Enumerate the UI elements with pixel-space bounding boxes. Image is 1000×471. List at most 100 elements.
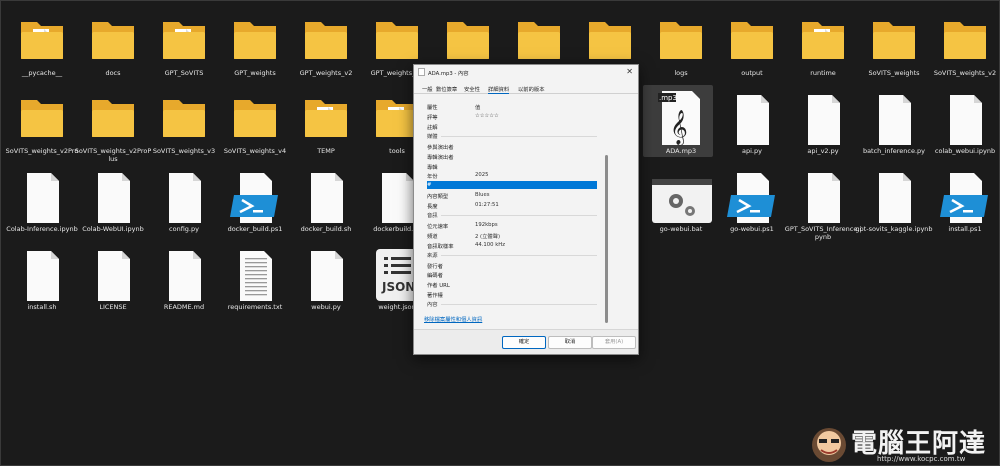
desktop-item-label: install.sh	[27, 303, 57, 311]
desktop: __pycache__ docs GPT_SoVITS GPT_weights GPT_…	[0, 0, 1000, 466]
property-row[interactable]: 專輯演出者	[427, 152, 597, 161]
apply-button[interactable]: 套用(A)	[592, 336, 636, 349]
section-title: 來源	[427, 252, 438, 259]
ok-button[interactable]: 確定	[502, 336, 546, 349]
tab-bar: 一般 數位簽章 安全性 詳細資料 以前的版本	[414, 83, 638, 94]
scrollbar[interactable]	[605, 155, 608, 323]
ps1-icon	[220, 165, 290, 225]
folder-icon	[646, 9, 716, 69]
property-row[interactable]: 作者 URL	[427, 280, 597, 289]
property-value: 01:27:51	[475, 202, 499, 209]
remove-properties-link[interactable]: 移除檔案屬性和個人資訊	[424, 315, 482, 323]
file-icon	[859, 165, 929, 225]
details-header: 屬性 值	[427, 102, 597, 111]
properties-dialog: ADA.mp3 - 內容 ✕ 一般 數位簽章 安全性 詳細資料 以前的版本 屬性…	[413, 64, 639, 355]
section-header: 內容	[427, 300, 597, 308]
property-name: #	[427, 182, 432, 189]
desktop-item-label: GPT_weights	[234, 69, 276, 77]
desktop-item-label: batch_inference.py	[862, 147, 926, 155]
tab-digital-signature[interactable]: 數位簽章	[436, 85, 457, 93]
desktop-item-label: output	[741, 69, 763, 77]
property-row[interactable]: 頻道 2 (立體聲)	[427, 231, 597, 240]
property-row[interactable]: 專輯	[427, 162, 597, 171]
property-value: 44.100 kHz	[475, 241, 506, 248]
desktop-item-label: Colab-WebUI.ipynb	[82, 225, 144, 233]
property-row[interactable]: 編碼者	[427, 270, 597, 279]
property-row[interactable]: 年份 2025	[427, 171, 597, 181]
file-icon	[291, 165, 361, 225]
property-name: 專輯演出者	[427, 154, 454, 161]
tab-details[interactable]: 詳細資料	[488, 85, 510, 94]
property-row[interactable]: 長度 01:27:51	[427, 201, 597, 211]
cancel-button[interactable]: 取消	[548, 336, 592, 349]
desktop-item-label: install.ps1	[948, 225, 982, 233]
folder-doc-icon	[291, 87, 361, 147]
file-icon	[717, 87, 787, 147]
close-icon[interactable]: ✕	[626, 67, 633, 76]
desktop-item-label: SoVITS_weights_v2ProPlus	[74, 147, 152, 163]
desktop-item-label: api_v2.py	[807, 147, 839, 155]
folder-icon	[717, 9, 787, 69]
dialog-title: ADA.mp3 - 內容	[428, 71, 469, 77]
svg-text:JSON: JSON	[381, 280, 415, 294]
dialog-footer: 確定 取消 套用(A)	[414, 329, 638, 354]
section-divider	[441, 135, 597, 137]
watermark-url: http://www.kocpc.com.tw	[877, 455, 966, 463]
folder-icon	[504, 9, 574, 69]
property-row[interactable]: #	[427, 181, 597, 190]
property-row[interactable]: 音訊取樣率 44.100 kHz	[427, 241, 597, 250]
folder-icon	[575, 9, 645, 69]
desktop-item-label: docker_build.ps1	[227, 225, 283, 233]
property-name: 長度	[427, 204, 438, 211]
desktop-item-label: logs	[674, 69, 688, 77]
folder-icon	[291, 9, 361, 69]
tab-previous-versions[interactable]: 以前的版本	[518, 85, 545, 93]
txt-icon	[220, 243, 290, 303]
desktop-item-label: SoVITS_weights_v2	[933, 69, 997, 77]
tab-general[interactable]: 一般	[422, 85, 433, 93]
section-title: 內容	[427, 302, 438, 309]
desktop-item-label: SoVITS_weights_v4	[223, 147, 287, 155]
folder-icon	[78, 87, 148, 147]
folder-icon	[78, 9, 148, 69]
property-row[interactable]: 參與演出者	[427, 142, 597, 151]
property-name: 評等	[427, 115, 438, 121]
desktop-item-label: SoVITS_weights_v2Pro	[5, 147, 79, 155]
property-name: 參與演出者	[427, 144, 454, 151]
tab-security[interactable]: 安全性	[464, 85, 480, 93]
property-row[interactable]: 發行者	[427, 261, 597, 270]
desktop-item-label: go-webui.bat	[659, 225, 703, 233]
property-row[interactable]: 註解	[427, 122, 597, 131]
property-row[interactable]: 內容類型 Blues	[427, 191, 597, 201]
ps1-icon	[717, 165, 787, 225]
file-icon	[7, 243, 77, 303]
file-icon	[930, 87, 1000, 147]
column-value: 值	[475, 105, 481, 111]
dialog-title-bar[interactable]: ADA.mp3 - 內容 ✕	[414, 65, 638, 79]
property-name: 內容類型	[427, 194, 449, 201]
mp3-icon: .mp3 𝄞	[646, 87, 716, 147]
folder-icon	[362, 9, 432, 69]
folder-icon	[859, 9, 929, 69]
section-header: 來源	[427, 251, 597, 259]
property-row[interactable]: 著作權	[427, 290, 597, 299]
desktop-item-label: TEMP	[317, 147, 335, 155]
property-name: 音訊取樣率	[427, 243, 454, 250]
desktop-item-label: GPT_weights_v2	[299, 69, 353, 77]
section-header: 媒體	[427, 132, 597, 140]
desktop-item-label: requirements.txt	[227, 303, 283, 311]
section-divider	[441, 254, 597, 256]
property-row[interactable]: 位元速率 192kbps	[427, 221, 597, 230]
folder-doc-icon	[788, 9, 858, 69]
folder-icon	[149, 87, 219, 147]
desktop-item-label: SoVITS_weights	[868, 69, 920, 77]
folder-icon	[220, 9, 290, 69]
desktop-item-label: gpt-sovits_kaggle.ipynb	[855, 225, 933, 233]
file-icon	[149, 165, 219, 225]
desktop-item-label: LICENSE	[99, 303, 127, 311]
folder-icon	[433, 9, 503, 69]
desktop-item-label: SoVITS_weights_v3	[152, 147, 216, 155]
watermark: 電腦王阿達 http://www.kocpc.com.tw	[801, 413, 1000, 467]
property-row[interactable]: 評等 ☆☆☆☆☆	[427, 112, 597, 121]
property-name: 年份	[427, 174, 438, 181]
